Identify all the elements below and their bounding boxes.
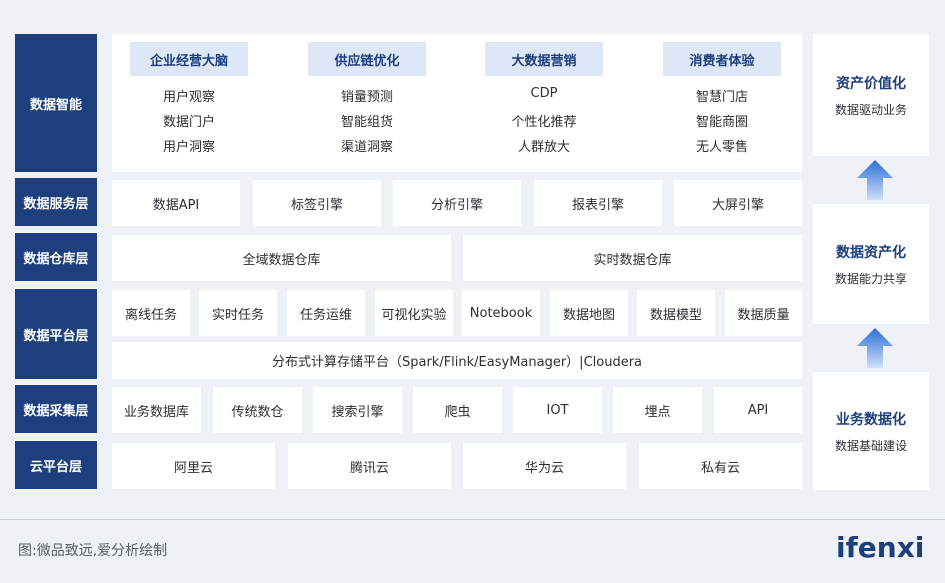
group-item: 数据门户 xyxy=(162,115,215,130)
platform-item: 任务运维 xyxy=(287,290,365,336)
layer-label-cloud: 云平台层 xyxy=(15,441,97,489)
intelligence-panel: 企业经营大脑 用户观察 数据门户 用户洞察 供应链优化 销量预测 智能组货 渠道… xyxy=(112,34,802,172)
intelligence-group: 供应链优化 销量预测 智能组货 渠道洞察 xyxy=(308,42,426,162)
arrow-up-icon xyxy=(857,328,893,368)
collection-item: 埋点 xyxy=(613,387,702,433)
intelligence-group: 消费者体验 智慧门店 智能商圈 无人零售 xyxy=(663,42,781,162)
arrow-up-icon xyxy=(857,160,893,200)
group-item: CDP xyxy=(530,86,558,101)
footer-divider xyxy=(0,519,945,520)
side-subtitle: 数据基础建设 xyxy=(834,438,907,453)
side-title: 资产价值化 xyxy=(836,75,906,92)
group-item: 智慧门店 xyxy=(695,90,748,105)
side-title: 数据资产化 xyxy=(836,244,906,261)
collection-item: 爬虫 xyxy=(413,387,502,433)
service-item: 数据API xyxy=(112,180,240,226)
side-subtitle: 数据驱动业务 xyxy=(834,102,907,117)
collection-item: 业务数据库 xyxy=(112,387,201,433)
intelligence-group: 企业经营大脑 用户观察 数据门户 用户洞察 xyxy=(130,42,248,162)
source-caption: 图:微品致远,爱分析绘制 xyxy=(18,543,168,559)
layer-label-collection: 数据采集层 xyxy=(15,385,97,433)
group-header: 企业经营大脑 xyxy=(130,42,248,76)
service-item: 分析引擎 xyxy=(393,180,521,226)
layer-label-platform: 数据平台层 xyxy=(15,289,97,379)
layer-label-intelligence: 数据智能 xyxy=(15,34,97,172)
service-item: 报表引擎 xyxy=(534,180,662,226)
collection-item: API xyxy=(714,387,802,433)
intelligence-group: 大数据营销 CDP 个性化推荐 人群放大 xyxy=(485,42,603,162)
layer-label-service: 数据服务层 xyxy=(15,178,97,226)
side-block-business-data: 业务数据化 数据基础建设 xyxy=(813,372,929,490)
service-item: 大屏引擎 xyxy=(674,180,802,226)
warehouse-item: 全域数据仓库 xyxy=(112,235,451,281)
platform-item: 离线任务 xyxy=(112,290,190,336)
cloud-item: 阿里云 xyxy=(112,443,275,489)
group-item: 用户观察 xyxy=(162,90,215,105)
platform-item: Notebook xyxy=(462,290,540,336)
side-title: 业务数据化 xyxy=(836,411,906,428)
cloud-item: 腾讯云 xyxy=(288,443,451,489)
cloud-item: 华为云 xyxy=(463,443,626,489)
group-item: 个性化推荐 xyxy=(511,115,577,130)
group-item: 智能商圈 xyxy=(695,115,748,130)
side-block-asset-value: 资产价值化 数据驱动业务 xyxy=(813,34,929,156)
collection-item: IOT xyxy=(513,387,602,433)
cloud-item: 私有云 xyxy=(639,443,802,489)
platform-item: 数据地图 xyxy=(550,290,628,336)
group-item: 智能组货 xyxy=(340,115,393,130)
group-header: 供应链优化 xyxy=(308,42,426,76)
collection-item: 搜索引擎 xyxy=(313,387,402,433)
group-item: 人群放大 xyxy=(517,140,570,155)
group-item: 用户洞察 xyxy=(162,140,215,155)
group-item: 无人零售 xyxy=(695,140,748,155)
side-subtitle: 数据能力共享 xyxy=(834,271,907,286)
platform-item: 实时任务 xyxy=(199,290,277,336)
service-item: 标签引擎 xyxy=(253,180,381,226)
group-item: 渠道洞察 xyxy=(340,140,393,155)
group-item: 销量预测 xyxy=(340,90,393,105)
group-header: 大数据营销 xyxy=(485,42,603,76)
platform-item: 数据模型 xyxy=(637,290,715,336)
platform-item: 数据质量 xyxy=(725,290,802,336)
group-header: 消费者体验 xyxy=(663,42,781,76)
side-block-data-asset: 数据资产化 数据能力共享 xyxy=(813,204,929,324)
layer-label-warehouse: 数据仓库层 xyxy=(15,233,97,281)
platform-bar: 分布式计算存储平台（Spark/Flink/EasyManager）|Cloud… xyxy=(112,342,802,379)
collection-item: 传统数仓 xyxy=(213,387,302,433)
platform-item: 可视化实验 xyxy=(375,290,453,336)
ifenxi-logo: ifenxi xyxy=(836,531,925,564)
warehouse-item: 实时数据仓库 xyxy=(463,235,802,281)
